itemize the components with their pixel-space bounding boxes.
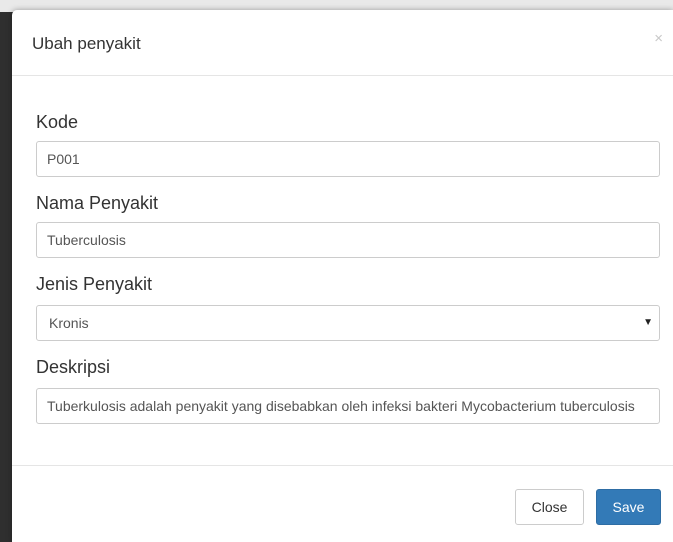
nama-penyakit-input[interactable]: Tuberculosis (36, 222, 660, 258)
dropdown-caret-icon: ▼ (643, 317, 653, 328)
deskripsi-input[interactable]: Tuberkulosis adalah penyakit yang diseba… (36, 388, 660, 424)
jenis-penyakit-label: Jenis Penyakit (36, 274, 153, 294)
modal-body: Kode P001 Nama Penyakit Tuberculosis Jen… (12, 76, 673, 466)
modal-header: Ubah penyakit × (12, 10, 673, 76)
nama-penyakit-label: Nama Penyakit (36, 193, 159, 213)
kode-input[interactable]: P001 (36, 141, 660, 177)
kode-label: Kode (36, 112, 79, 132)
jenis-penyakit-select[interactable]: Kronis ▼ (36, 305, 660, 341)
modal-footer: Close Save (12, 467, 673, 542)
edit-disease-modal: Ubah penyakit × Kode P001 Nama Penyakit … (12, 10, 673, 542)
save-button[interactable]: Save (596, 489, 661, 525)
close-icon[interactable]: × (654, 31, 663, 46)
jenis-penyakit-selected: Kronis (49, 315, 89, 331)
modal-title: Ubah penyakit (32, 34, 141, 53)
close-button[interactable]: Close (515, 489, 584, 525)
deskripsi-label: Deskripsi (36, 357, 111, 377)
